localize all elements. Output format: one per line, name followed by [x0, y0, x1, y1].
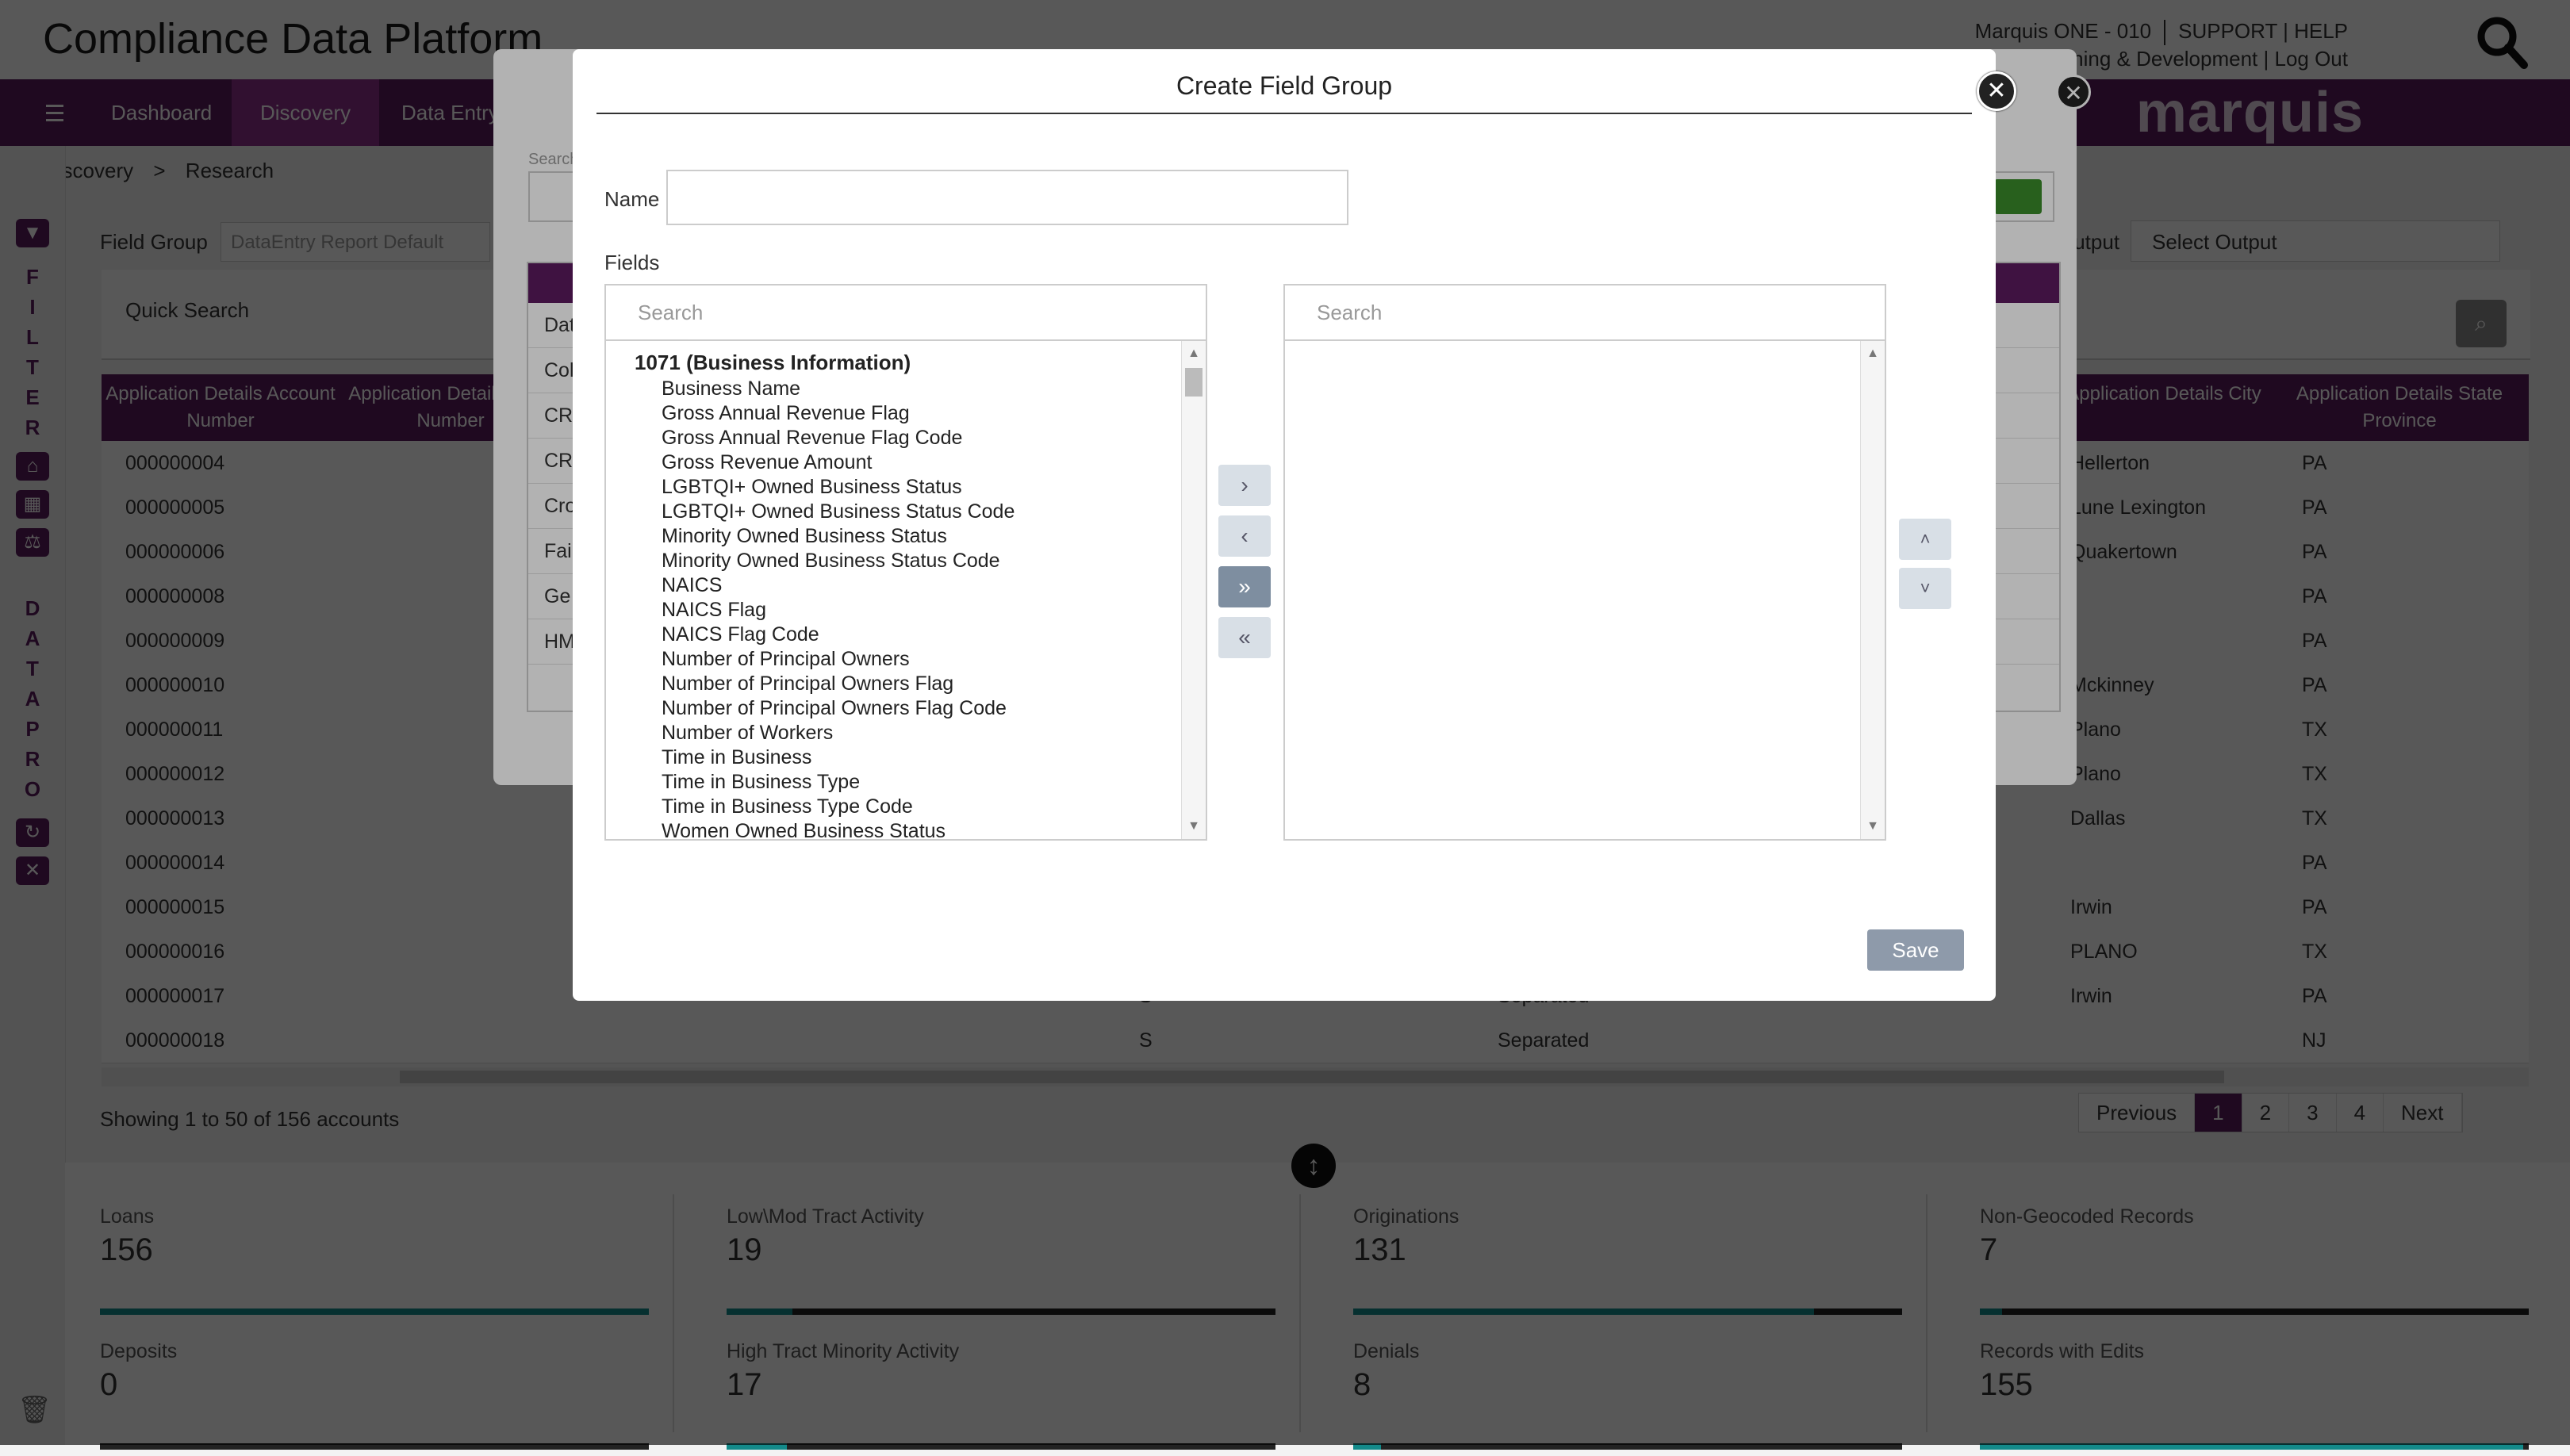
move-all-right-button[interactable]: » [1218, 566, 1271, 607]
field-option[interactable]: Time in Business Type Code [662, 795, 913, 818]
modal-title: Create Field Group [1176, 71, 1393, 100]
available-fields-list[interactable]: 1071 (Business Information) Business Nam… [604, 339, 1207, 841]
name-input[interactable] [666, 170, 1348, 225]
move-up-button[interactable]: ˄ [1899, 519, 1951, 560]
field-option[interactable]: Gross Annual Revenue Flag [662, 402, 910, 425]
field-option[interactable]: Number of Workers [662, 722, 833, 745]
save-button[interactable]: Save [1867, 929, 1964, 971]
field-option[interactable]: Time in Business [662, 746, 811, 769]
field-option[interactable]: Business Name [662, 377, 800, 400]
field-group-header: 1071 (Business Information) [635, 351, 911, 374]
field-option[interactable]: LGBTQI+ Owned Business Status [662, 476, 962, 499]
field-option[interactable]: Minority Owned Business Status [662, 525, 947, 548]
fields-label: Fields [604, 251, 660, 274]
selected-fields-list[interactable]: ▲ ▼ [1283, 339, 1886, 841]
field-option[interactable]: LGBTQI+ Owned Business Status Code [662, 500, 1015, 523]
field-option[interactable]: Women Owned Business Status [662, 820, 946, 839]
name-label: Name [604, 187, 660, 211]
move-left-button[interactable]: ‹ [1218, 515, 1271, 557]
field-option[interactable]: Number of Principal Owners Flag [662, 672, 953, 695]
field-option[interactable]: Gross Revenue Amount [662, 451, 872, 474]
modal-title-divider [596, 113, 1972, 114]
field-option[interactable]: Gross Annual Revenue Flag Code [662, 427, 962, 450]
move-right-button[interactable]: › [1218, 465, 1271, 506]
selected-fields-scrollbar[interactable]: ▲ ▼ [1860, 341, 1885, 839]
modal-close-icon[interactable]: ✕ [1977, 71, 2016, 111]
move-down-button[interactable]: ˅ [1899, 568, 1951, 609]
move-all-left-button[interactable]: « [1218, 617, 1271, 658]
field-option[interactable]: NAICS Flag [662, 599, 766, 622]
field-option[interactable]: NAICS [662, 574, 722, 597]
available-fields-scrollbar[interactable]: ▲ ▼ [1181, 341, 1206, 839]
field-option[interactable]: Number of Principal Owners Flag Code [662, 697, 1007, 720]
field-option[interactable]: NAICS Flag Code [662, 623, 819, 646]
create-field-group-modal: Create Field Group ✕ Name Fields 1071 (B… [573, 49, 2016, 1001]
field-option[interactable]: Time in Business Type [662, 771, 860, 794]
field-option[interactable]: Number of Principal Owners [662, 648, 910, 671]
available-fields-search[interactable] [604, 284, 1207, 341]
field-option[interactable]: Minority Owned Business Status Code [662, 550, 1000, 573]
selected-fields-search[interactable] [1283, 284, 1886, 341]
